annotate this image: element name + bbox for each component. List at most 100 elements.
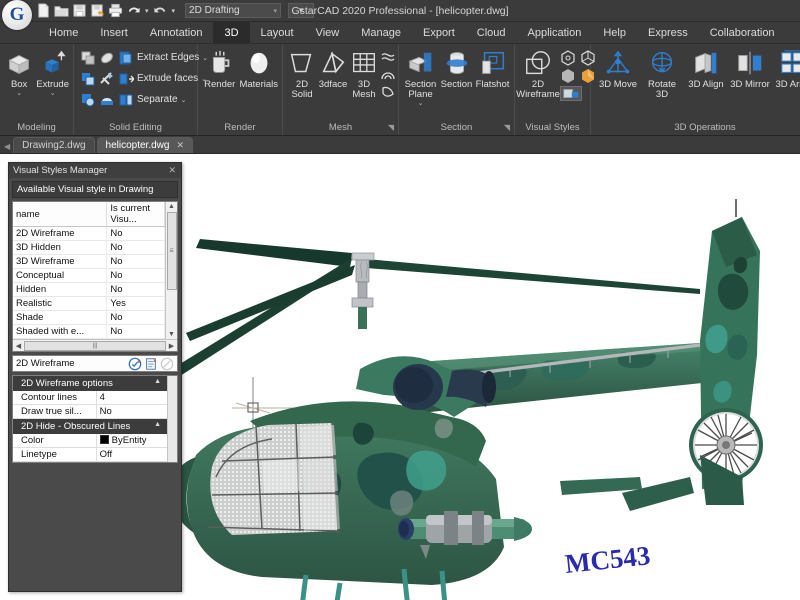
separate-dropdown-icon[interactable]: ⌄ — [181, 96, 187, 104]
tab-insert[interactable]: Insert — [89, 22, 139, 43]
property-row[interactable]: Color ByEntity — [13, 434, 167, 448]
vsm-properties-scrollbar[interactable] — [167, 376, 177, 462]
tab-home[interactable]: Home — [38, 22, 89, 43]
scrollbar-thumb[interactable] — [24, 340, 166, 351]
2d-wireframe-button[interactable]: 2D Wireframe — [516, 47, 560, 100]
workspace-select[interactable]: 2D Drafting ▾ — [185, 3, 282, 18]
tab-express[interactable]: Express — [637, 22, 699, 43]
save-as-icon[interactable] — [90, 3, 105, 18]
new-icon[interactable] — [36, 3, 51, 18]
table-row[interactable]: Conceptual No — [13, 268, 165, 283]
scroll-left-icon[interactable]: ◀ — [14, 342, 23, 350]
tabulated-surface-icon[interactable] — [380, 67, 396, 83]
box-button[interactable]: Box ⌄ — [4, 47, 34, 97]
open-icon[interactable] — [54, 3, 69, 18]
undo-icon[interactable] — [126, 3, 141, 18]
vsm-grid-horizontal-scrollbar[interactable]: ◀ ▶ — [13, 339, 177, 351]
tab-3d[interactable]: 3D — [213, 22, 250, 43]
extrude-button[interactable]: Extrude ⌄ — [36, 47, 69, 97]
edge-surface-icon[interactable] — [380, 85, 396, 101]
column-header-name[interactable]: name — [13, 202, 108, 227]
3dface-button[interactable]: 3dface — [318, 47, 348, 90]
table-row[interactable]: Shade No — [13, 310, 165, 325]
3d-mesh-button[interactable]: 3D Mesh — [349, 47, 379, 100]
section-plane-button[interactable]: Section Plane ⌄ — [403, 47, 438, 107]
tab-help[interactable]: Help — [592, 22, 637, 43]
apply-style-icon[interactable] — [128, 357, 142, 371]
scroll-down-icon[interactable]: ▼ — [168, 330, 175, 339]
tab-export[interactable]: Export — [412, 22, 466, 43]
tab-application[interactable]: Application — [517, 22, 593, 43]
visual-styles-manager-icon[interactable] — [560, 86, 582, 101]
flatshot-button[interactable]: Flatshot — [475, 47, 510, 90]
scrollbar-thumb[interactable] — [166, 212, 177, 290]
property-value[interactable]: No — [96, 404, 167, 419]
table-row[interactable]: 3D Hidden No — [13, 240, 165, 255]
2d-solid-button[interactable]: 2D Solid — [287, 47, 317, 100]
plot-icon[interactable] — [108, 3, 123, 18]
tab-manage[interactable]: Manage — [350, 22, 412, 43]
redo-dropdown-icon[interactable]: ▾ — [172, 7, 176, 15]
close-icon[interactable]: ✕ — [176, 140, 184, 151]
property-value[interactable]: 4 — [96, 391, 167, 405]
scroll-right-icon[interactable]: ▶ — [167, 342, 176, 350]
tab-collaboration[interactable]: Collaboration — [699, 22, 786, 43]
save-icon[interactable] — [72, 3, 87, 18]
tab-layout[interactable]: Layout — [250, 22, 305, 43]
close-icon[interactable]: ✕ — [168, 165, 176, 176]
drawing-canvas[interactable]: MC543 Visual Styles Manager ✕ Available … — [0, 155, 800, 600]
scroll-up-icon[interactable]: ▲ — [168, 202, 175, 211]
property-row[interactable]: Linetype Off — [13, 447, 167, 462]
table-row[interactable]: Shaded with e... No — [13, 324, 165, 339]
delete-style-icon[interactable] — [160, 357, 174, 371]
prop-group-header-2d-wireframe-options[interactable]: 2D Wireframe options ▲ — [13, 376, 167, 391]
extrude-faces-button[interactable]: Extrude faces ⌄ — [80, 68, 207, 89]
render-button[interactable]: Render — [202, 47, 237, 90]
section-dialog-launcher-icon[interactable]: ◥ — [504, 123, 510, 132]
property-row[interactable]: Draw true sil... No — [13, 404, 167, 419]
export-style-icon[interactable] — [144, 357, 158, 371]
tab-annotation[interactable]: Annotation — [139, 22, 214, 43]
undo-dropdown-icon[interactable]: ▾ — [145, 7, 149, 15]
collapse-icon[interactable]: ▲ — [154, 378, 161, 385]
app-logo[interactable]: G — [2, 0, 32, 30]
collapse-icon[interactable]: ▲ — [154, 421, 161, 428]
table-row[interactable]: Hidden No — [13, 282, 165, 297]
rotate-3d-button[interactable]: Rotate 3D — [641, 47, 683, 100]
revolved-surface-icon[interactable] — [380, 49, 396, 65]
vsm-style-grid[interactable]: name Is current Visu... 2D Wireframe No — [12, 201, 178, 352]
tab-view[interactable]: View — [305, 22, 351, 43]
mesh-dialog-launcher-icon[interactable]: ◥ — [388, 123, 394, 132]
hidden-style-icon[interactable] — [560, 50, 576, 66]
3d-align-button[interactable]: 3D Align — [685, 47, 727, 90]
quick-access-more-button[interactable]: ▼ — [288, 3, 315, 18]
section-plane-dropdown-icon[interactable]: ⌄ — [418, 100, 424, 107]
redo-icon[interactable] — [153, 3, 168, 18]
tab-scroll-left-icon[interactable]: ◀ — [4, 142, 10, 153]
separate-button[interactable]: Separate ⌄ — [80, 89, 186, 110]
column-header-is-current[interactable]: Is current Visu... — [106, 202, 165, 227]
table-row[interactable]: 3D Wireframe No — [13, 254, 165, 269]
materials-button[interactable]: Materials — [239, 47, 278, 90]
3d-array-button[interactable]: 3D Array — [773, 47, 800, 90]
property-row[interactable]: Contour lines 4 — [13, 391, 167, 405]
table-row[interactable]: 2D Wireframe No — [13, 226, 165, 241]
3d-move-button[interactable]: 3D Move — [597, 47, 639, 90]
shaded-style-icon[interactable] — [560, 68, 576, 84]
prop-group-header-2d-hide-obscured-lines[interactable]: 2D Hide - Obscured Lines ▲ — [13, 419, 167, 434]
3d-mirror-button[interactable]: 3D Mirror — [729, 47, 771, 90]
extrude-dropdown-icon[interactable]: ⌄ — [50, 90, 56, 97]
extract-edges-button[interactable]: Extract Edges ⌄ — [80, 47, 208, 68]
tab-cloud[interactable]: Cloud — [466, 22, 517, 43]
visual-styles-manager-panel[interactable]: Visual Styles Manager ✕ Available Visual… — [8, 162, 182, 592]
doc-tab-drawing2[interactable]: Drawing2.dwg — [13, 137, 95, 153]
vsm-grid-vertical-scrollbar[interactable]: ▲ ▼ — [165, 202, 177, 339]
vsm-title-bar[interactable]: Visual Styles Manager ✕ — [9, 163, 181, 178]
section-button[interactable]: Section — [439, 47, 474, 90]
doc-tab-helicopter[interactable]: helicopter.dwg ✕ — [96, 137, 194, 153]
table-row[interactable]: Realistic Yes — [13, 296, 165, 311]
box-dropdown-icon[interactable]: ⌄ — [16, 90, 22, 97]
vsm-properties[interactable]: 2D Wireframe options ▲ Contour lines 4 D… — [12, 375, 178, 463]
property-value-color[interactable]: ByEntity — [96, 434, 167, 448]
property-value[interactable]: Off — [96, 447, 167, 462]
